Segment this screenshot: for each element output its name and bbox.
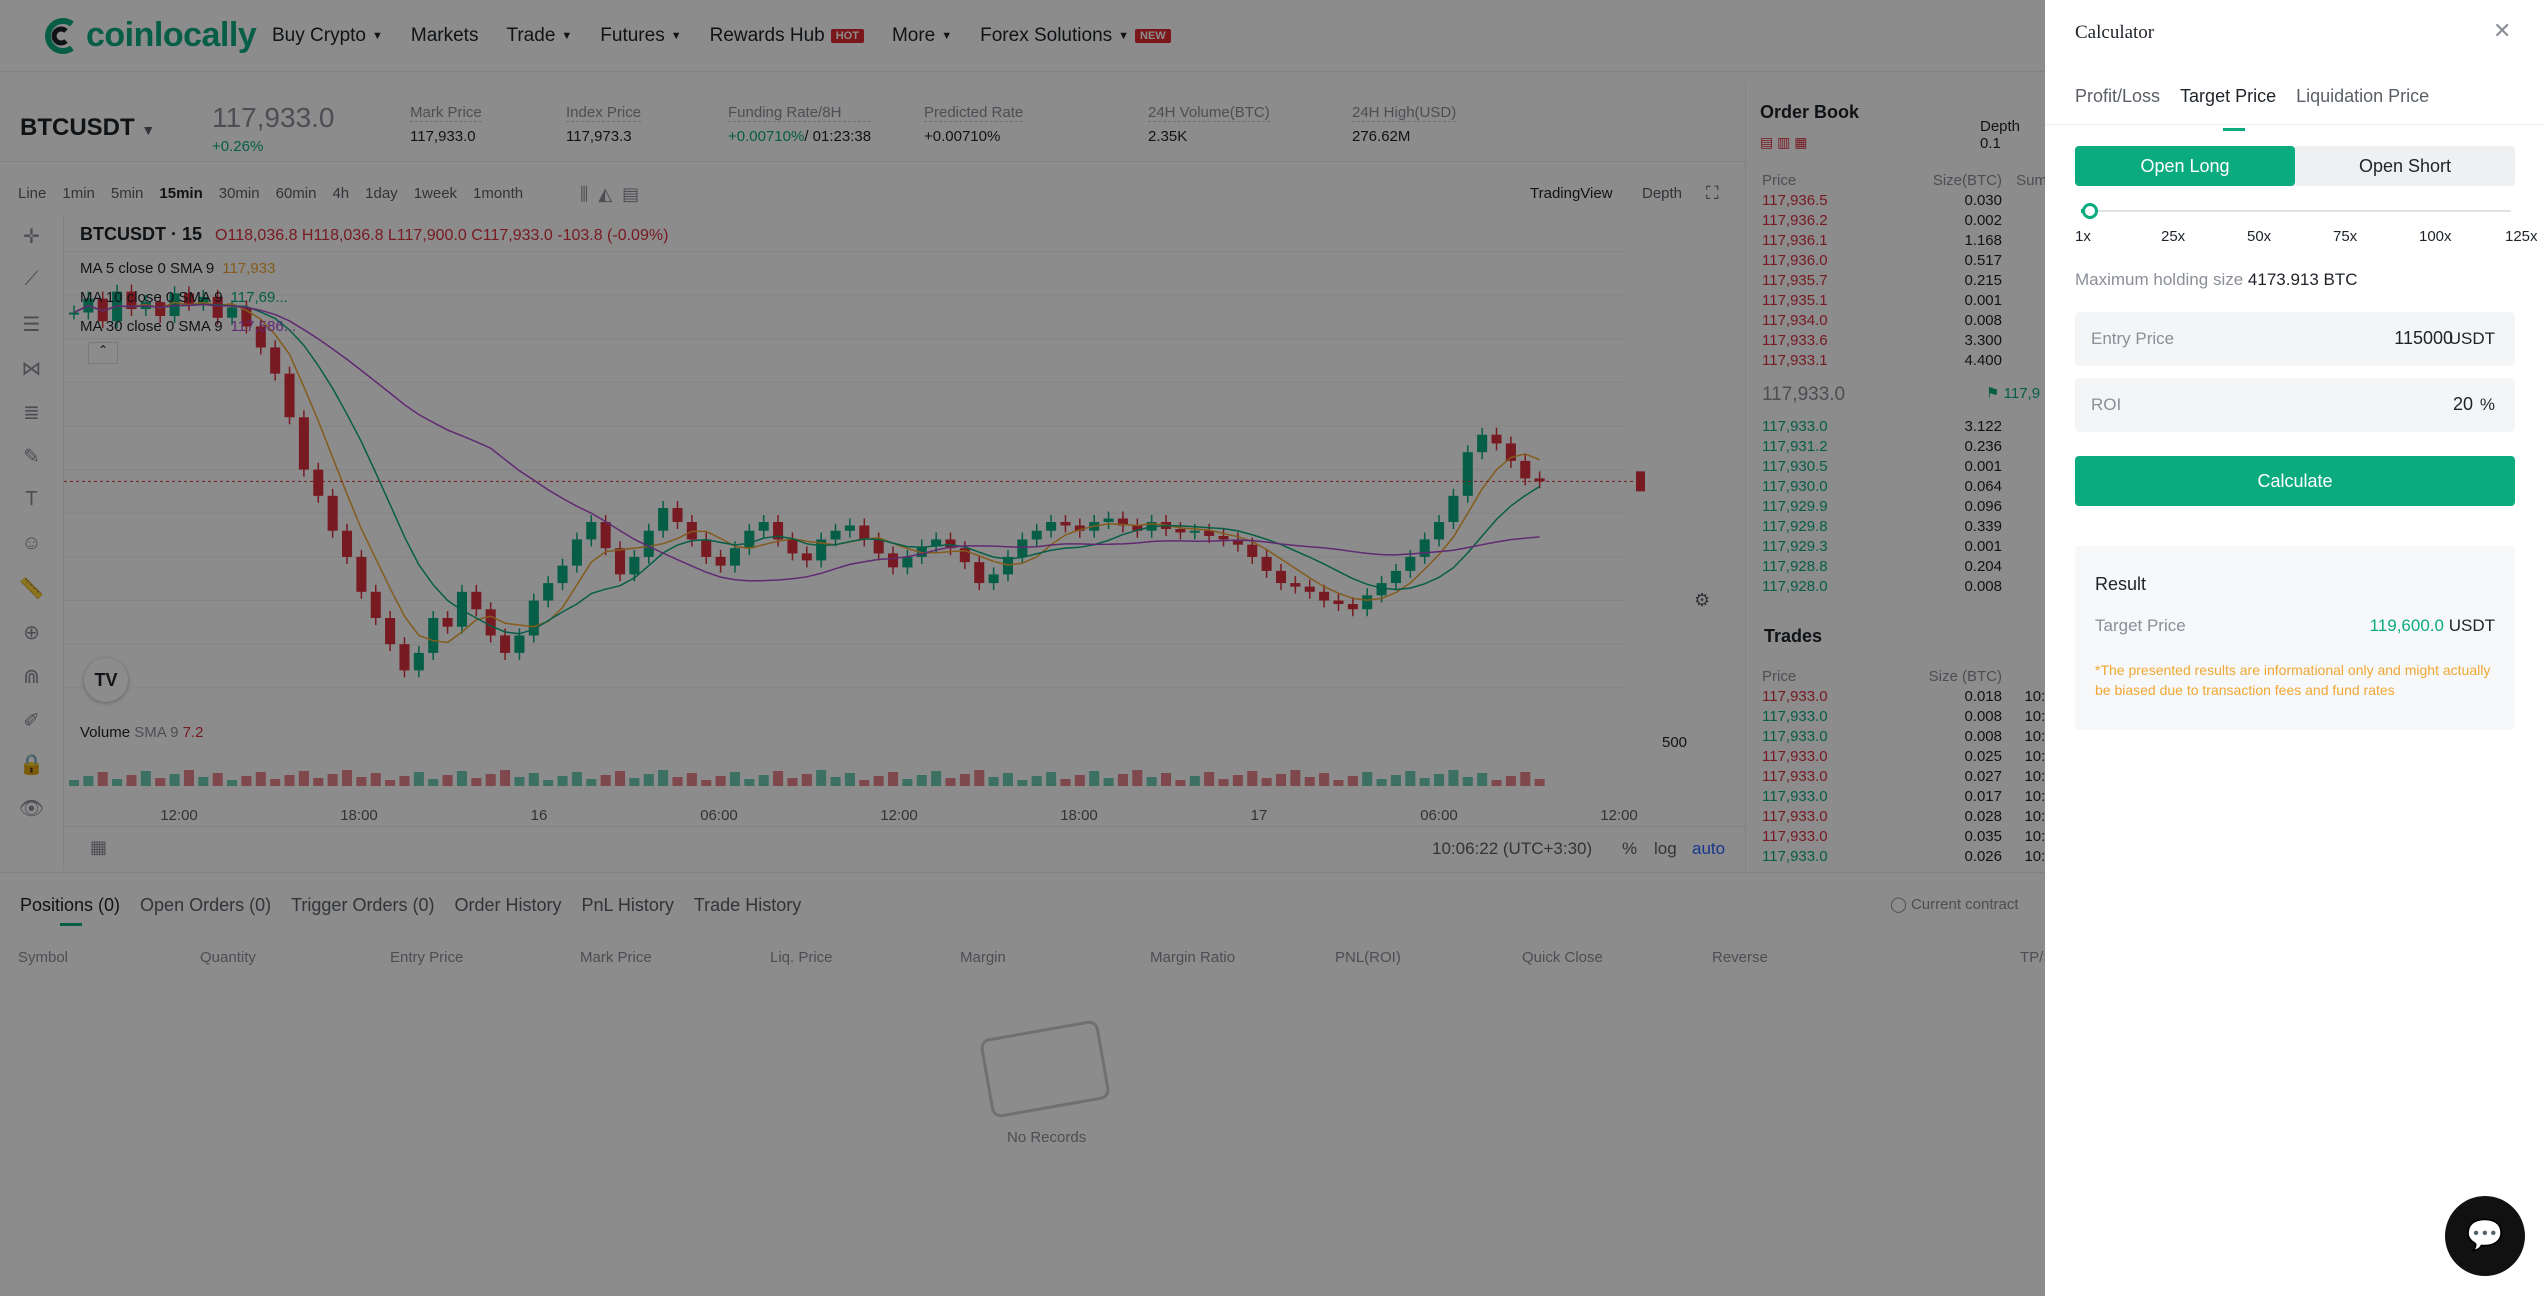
calculator-title: Calculator xyxy=(2075,22,2155,43)
leverage-slider-track[interactable] xyxy=(2081,210,2511,212)
disclaimer-text: *The presented results are informational… xyxy=(2095,662,2491,698)
modal-overlay[interactable] xyxy=(0,0,2045,1296)
result-card: Result Target Price 119,600.0 USDT *The … xyxy=(2075,546,2515,730)
open-long-button[interactable]: Open Long xyxy=(2075,146,2295,186)
roi-field[interactable]: ROI 20 % xyxy=(2075,378,2515,432)
target-price-label: Target Price xyxy=(2095,616,2186,635)
roi-label: ROI xyxy=(2091,395,2122,414)
target-price-value: 119,600.0 xyxy=(2369,616,2444,635)
calc-tab[interactable]: Liquidation Price xyxy=(2296,86,2429,106)
open-short-button[interactable]: Open Short xyxy=(2295,146,2515,186)
entry-price-label: Entry Price xyxy=(2091,329,2175,348)
calculator-drawer: Calculator ✕ Profit/Loss Target Price Liqu… xyxy=(2045,0,2545,1296)
result-title: Result xyxy=(2095,574,2147,594)
leverage-mark[interactable]: 125x xyxy=(2505,228,2538,245)
calc-tab[interactable]: Target Price xyxy=(2180,86,2276,106)
calc-tab[interactable]: Profit/Loss xyxy=(2075,86,2160,106)
max-holding: Maximum holding size 4173.913 BTC xyxy=(2075,270,2358,290)
entry-price-field[interactable]: Entry Price 115000 USDT xyxy=(2075,312,2515,366)
entry-price-value[interactable]: 115000 xyxy=(2394,328,2453,349)
leverage-mark[interactable]: 100x xyxy=(2419,228,2452,245)
side-toggle: Open Long Open Short xyxy=(2075,146,2515,186)
roi-value[interactable]: 20 xyxy=(2453,394,2473,415)
leverage-mark[interactable]: 75x xyxy=(2333,228,2357,245)
max-holding-value: 4173.913 BTC xyxy=(2247,270,2358,289)
leverage-mark[interactable]: 25x xyxy=(2161,228,2185,245)
entry-price-unit: USDT xyxy=(2448,329,2495,348)
roi-unit: % xyxy=(2479,395,2495,414)
calculate-button[interactable]: Calculate xyxy=(2075,456,2515,506)
calc-tab-indicator xyxy=(2223,128,2245,131)
target-price-result: 119,600.0 USDT xyxy=(2370,616,2495,636)
max-holding-label: Maximum holding size xyxy=(2075,270,2244,289)
close-icon[interactable]: ✕ xyxy=(2493,18,2511,44)
target-price-unit: USDT xyxy=(2448,616,2495,635)
leverage-mark[interactable]: 50x xyxy=(2247,228,2271,245)
leverage-mark[interactable]: 1x xyxy=(2075,228,2091,245)
leverage-slider-thumb[interactable] xyxy=(2081,203,2098,219)
divider xyxy=(2045,124,2545,125)
chat-support-button[interactable]: 💬 xyxy=(2445,1196,2525,1276)
